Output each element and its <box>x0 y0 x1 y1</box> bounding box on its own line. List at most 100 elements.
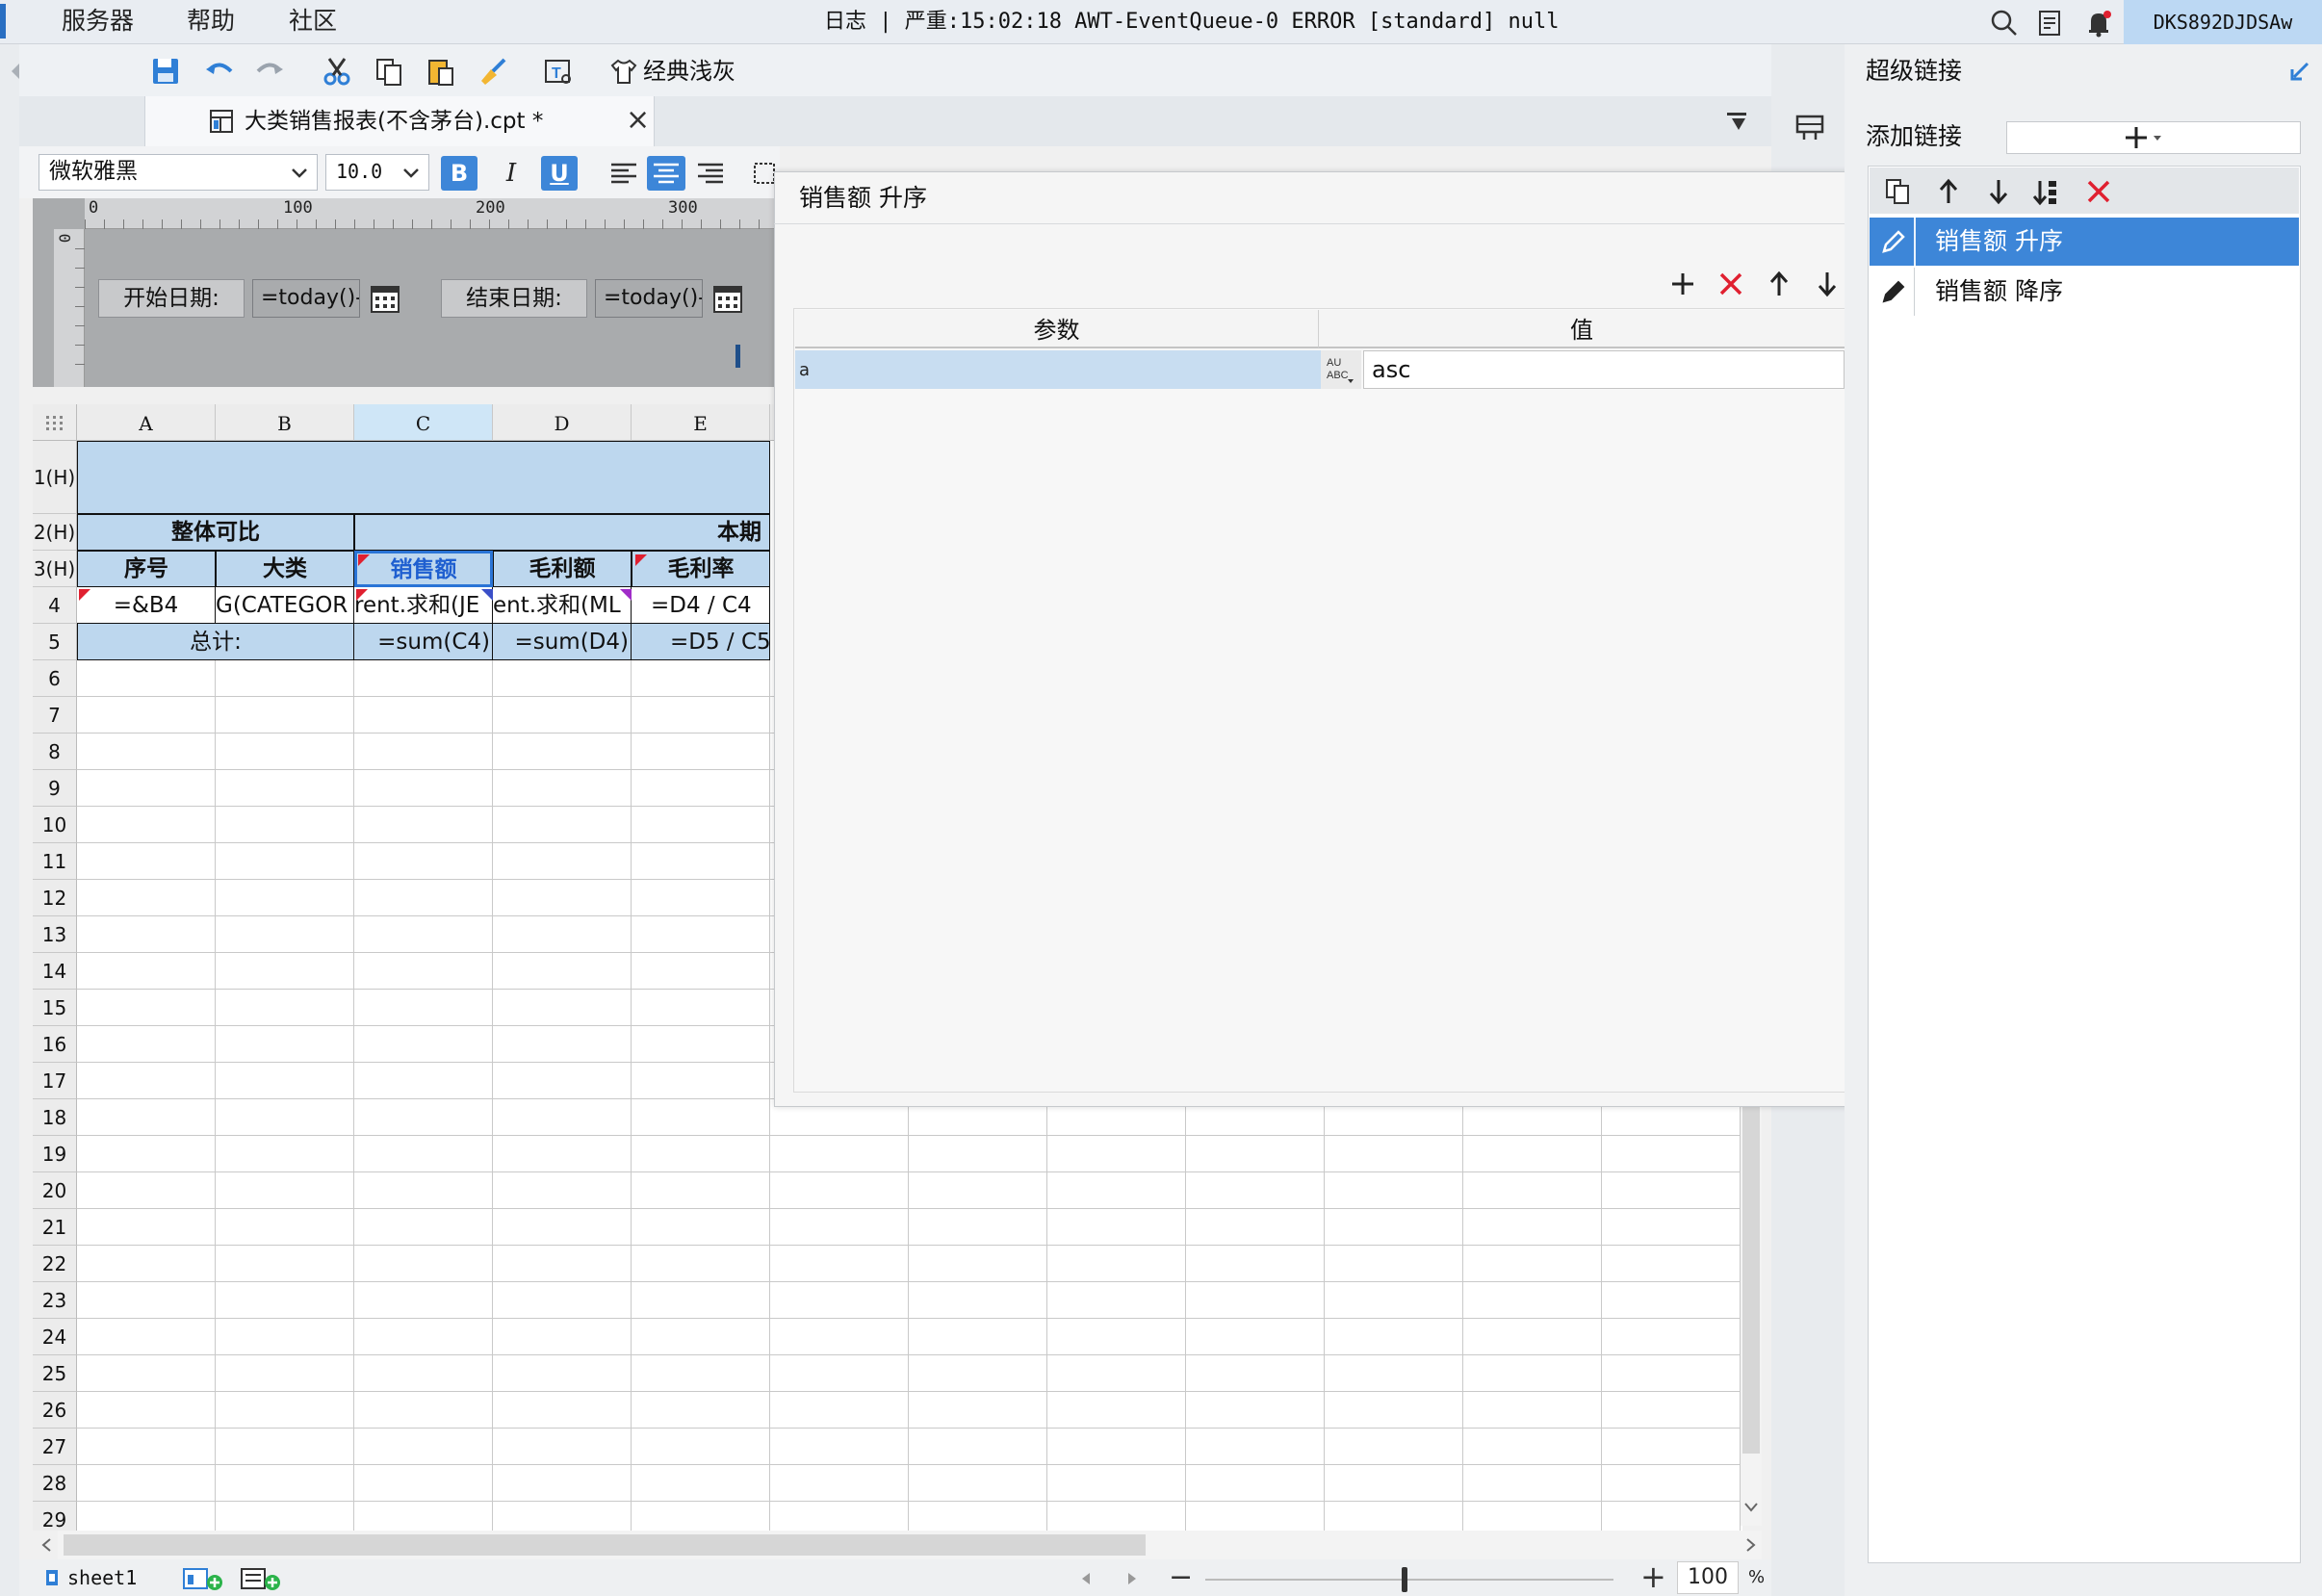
row-header[interactable]: 1(H) <box>33 441 77 514</box>
row-header[interactable]: 12 <box>33 880 77 916</box>
move-up-icon[interactable] <box>1929 173 1968 210</box>
header-gross-profit[interactable]: 毛利额 <box>493 551 632 587</box>
log-status-text[interactable]: 日志 | 严重:15:02:18 AWT-EventQueue-0 ERROR … <box>824 0 1560 44</box>
font-name-select[interactable]: 微软雅黑 <box>39 154 318 191</box>
param-column-header[interactable]: 参数 <box>795 310 1319 348</box>
align-right-icon[interactable] <box>691 156 730 191</box>
move-down-icon[interactable] <box>1808 266 1846 302</box>
column-header-b[interactable]: B <box>216 404 354 441</box>
zoom-value-input[interactable]: 100 <box>1677 1561 1739 1594</box>
add-link-plus-icon[interactable] <box>2122 123 2170 152</box>
row-header[interactable]: 9 <box>33 770 77 807</box>
italic-button[interactable]: I <box>493 156 529 191</box>
scroll-left-icon[interactable] <box>35 1531 58 1559</box>
cell-c4[interactable]: rent.求和(JE <box>354 587 493 624</box>
vertical-scroll-thumb[interactable] <box>1742 1097 1760 1454</box>
add-sheet-icon[interactable] <box>181 1563 225 1594</box>
menu-server[interactable]: 服务器 <box>62 0 134 44</box>
sheet-tab[interactable]: sheet1 <box>67 1561 137 1594</box>
cell-e5[interactable]: =D5 / C5 <box>632 624 770 660</box>
cell-d4[interactable]: ent.求和(ML <box>493 587 632 624</box>
total-label[interactable]: 总计: <box>77 624 354 660</box>
overall-comparable-header[interactable]: 整体可比 <box>77 514 354 551</box>
menu-help[interactable]: 帮助 <box>187 0 235 44</box>
theme-label[interactable]: 经典浅灰 <box>643 54 735 89</box>
collapse-left-icon[interactable] <box>6 54 25 89</box>
report-title-cell[interactable] <box>77 441 770 514</box>
paste-icon[interactable] <box>420 50 462 92</box>
cell-d5[interactable]: =sum(D4) <box>493 624 632 660</box>
menu-community[interactable]: 社区 <box>289 0 337 44</box>
next-page-icon[interactable] <box>1121 1565 1144 1592</box>
row-header[interactable]: 10 <box>33 807 77 843</box>
header-category[interactable]: 大类 <box>216 551 354 587</box>
row-header[interactable]: 26 <box>33 1392 77 1429</box>
align-center-icon[interactable] <box>647 156 685 191</box>
search-icon[interactable] <box>1987 6 2022 40</box>
row-header[interactable]: 24 <box>33 1319 77 1355</box>
row-header[interactable]: 22 <box>33 1246 77 1282</box>
scroll-down-icon[interactable] <box>1741 1494 1762 1521</box>
row-header[interactable]: 15 <box>33 990 77 1026</box>
collapse-panel-icon[interactable] <box>2285 54 2314 89</box>
horizontal-scroll-thumb[interactable] <box>64 1534 1146 1556</box>
cell-a4[interactable]: =&B4 <box>77 587 216 624</box>
bold-button[interactable]: B <box>441 156 477 191</box>
scroll-right-icon[interactable] <box>1741 1531 1762 1559</box>
zoom-out-icon[interactable]: − <box>1169 1561 1193 1594</box>
format-painter-icon[interactable] <box>472 50 514 92</box>
zoom-in-icon[interactable]: + <box>1640 1559 1666 1594</box>
close-tab-icon[interactable]: × <box>626 102 650 139</box>
end-date-input[interactable]: =today()-1 <box>595 279 703 318</box>
sort-icon[interactable] <box>2027 173 2066 210</box>
prev-page-icon[interactable] <box>1074 1565 1097 1592</box>
row-header[interactable]: 17 <box>33 1063 77 1099</box>
chevron-down-icon[interactable] <box>285 160 314 187</box>
row-header[interactable]: 2(H) <box>33 514 77 551</box>
user-account[interactable]: DKS892DJDSAw <box>2124 0 2322 44</box>
row-header[interactable]: 6 <box>33 660 77 697</box>
find-text-icon[interactable]: T <box>537 50 580 92</box>
cell-c5[interactable]: =sum(C4) <box>354 624 493 660</box>
zoom-slider-track[interactable] <box>1205 1579 1613 1581</box>
undo-icon[interactable] <box>198 50 241 92</box>
value-type-icon[interactable]: AU ABC <box>1321 350 1361 389</box>
param-value-input[interactable]: asc <box>1363 350 1845 389</box>
row-header[interactable]: 28 <box>33 1465 77 1502</box>
link-item-sales-desc[interactable]: 销售额 降序 <box>1870 268 2299 316</box>
add-polysheet-icon[interactable] <box>239 1563 283 1594</box>
move-up-icon[interactable] <box>1760 266 1798 302</box>
zoom-slider-thumb[interactable] <box>1402 1567 1407 1592</box>
row-header[interactable]: 21 <box>33 1209 77 1246</box>
add-param-icon[interactable] <box>1664 266 1702 302</box>
column-header-a[interactable]: A <box>77 404 216 441</box>
value-column-header[interactable]: 值 <box>1319 310 1845 348</box>
start-date-input[interactable]: =today()-1 <box>252 279 360 318</box>
row-header[interactable]: 4 <box>33 587 77 624</box>
row-header[interactable]: 16 <box>33 1026 77 1063</box>
row-header[interactable]: 27 <box>33 1429 77 1465</box>
row-header[interactable]: 11 <box>33 843 77 880</box>
copy-link-icon[interactable] <box>1879 173 1918 210</box>
select-all-corner[interactable] <box>33 404 77 441</box>
redo-icon[interactable] <box>248 50 291 92</box>
row-header[interactable]: 29 <box>33 1502 77 1531</box>
row-header[interactable]: 13 <box>33 916 77 953</box>
row-header[interactable]: 7 <box>33 697 77 734</box>
widget-settings-icon[interactable] <box>1791 108 1829 146</box>
row-header[interactable]: 19 <box>33 1136 77 1172</box>
row-header[interactable]: 18 <box>33 1099 77 1136</box>
delete-param-icon[interactable] <box>1712 266 1750 302</box>
move-down-icon[interactable] <box>1979 173 2018 210</box>
param-name-cell[interactable]: a <box>795 350 1323 389</box>
row-header[interactable]: 5 <box>33 624 77 660</box>
calendar-icon[interactable] <box>366 279 404 318</box>
current-period-header[interactable]: 本期 <box>354 514 770 551</box>
cut-icon[interactable] <box>316 50 358 92</box>
document-tab-title[interactable]: 大类销售报表(不含茅台).cpt * <box>245 104 543 139</box>
tab-menu-icon[interactable] <box>1719 104 1754 139</box>
chevron-down-icon[interactable] <box>397 160 426 187</box>
notes-icon[interactable] <box>2033 6 2068 40</box>
column-header-c[interactable]: C <box>354 404 493 441</box>
shirt-theme-icon[interactable] <box>606 50 641 92</box>
